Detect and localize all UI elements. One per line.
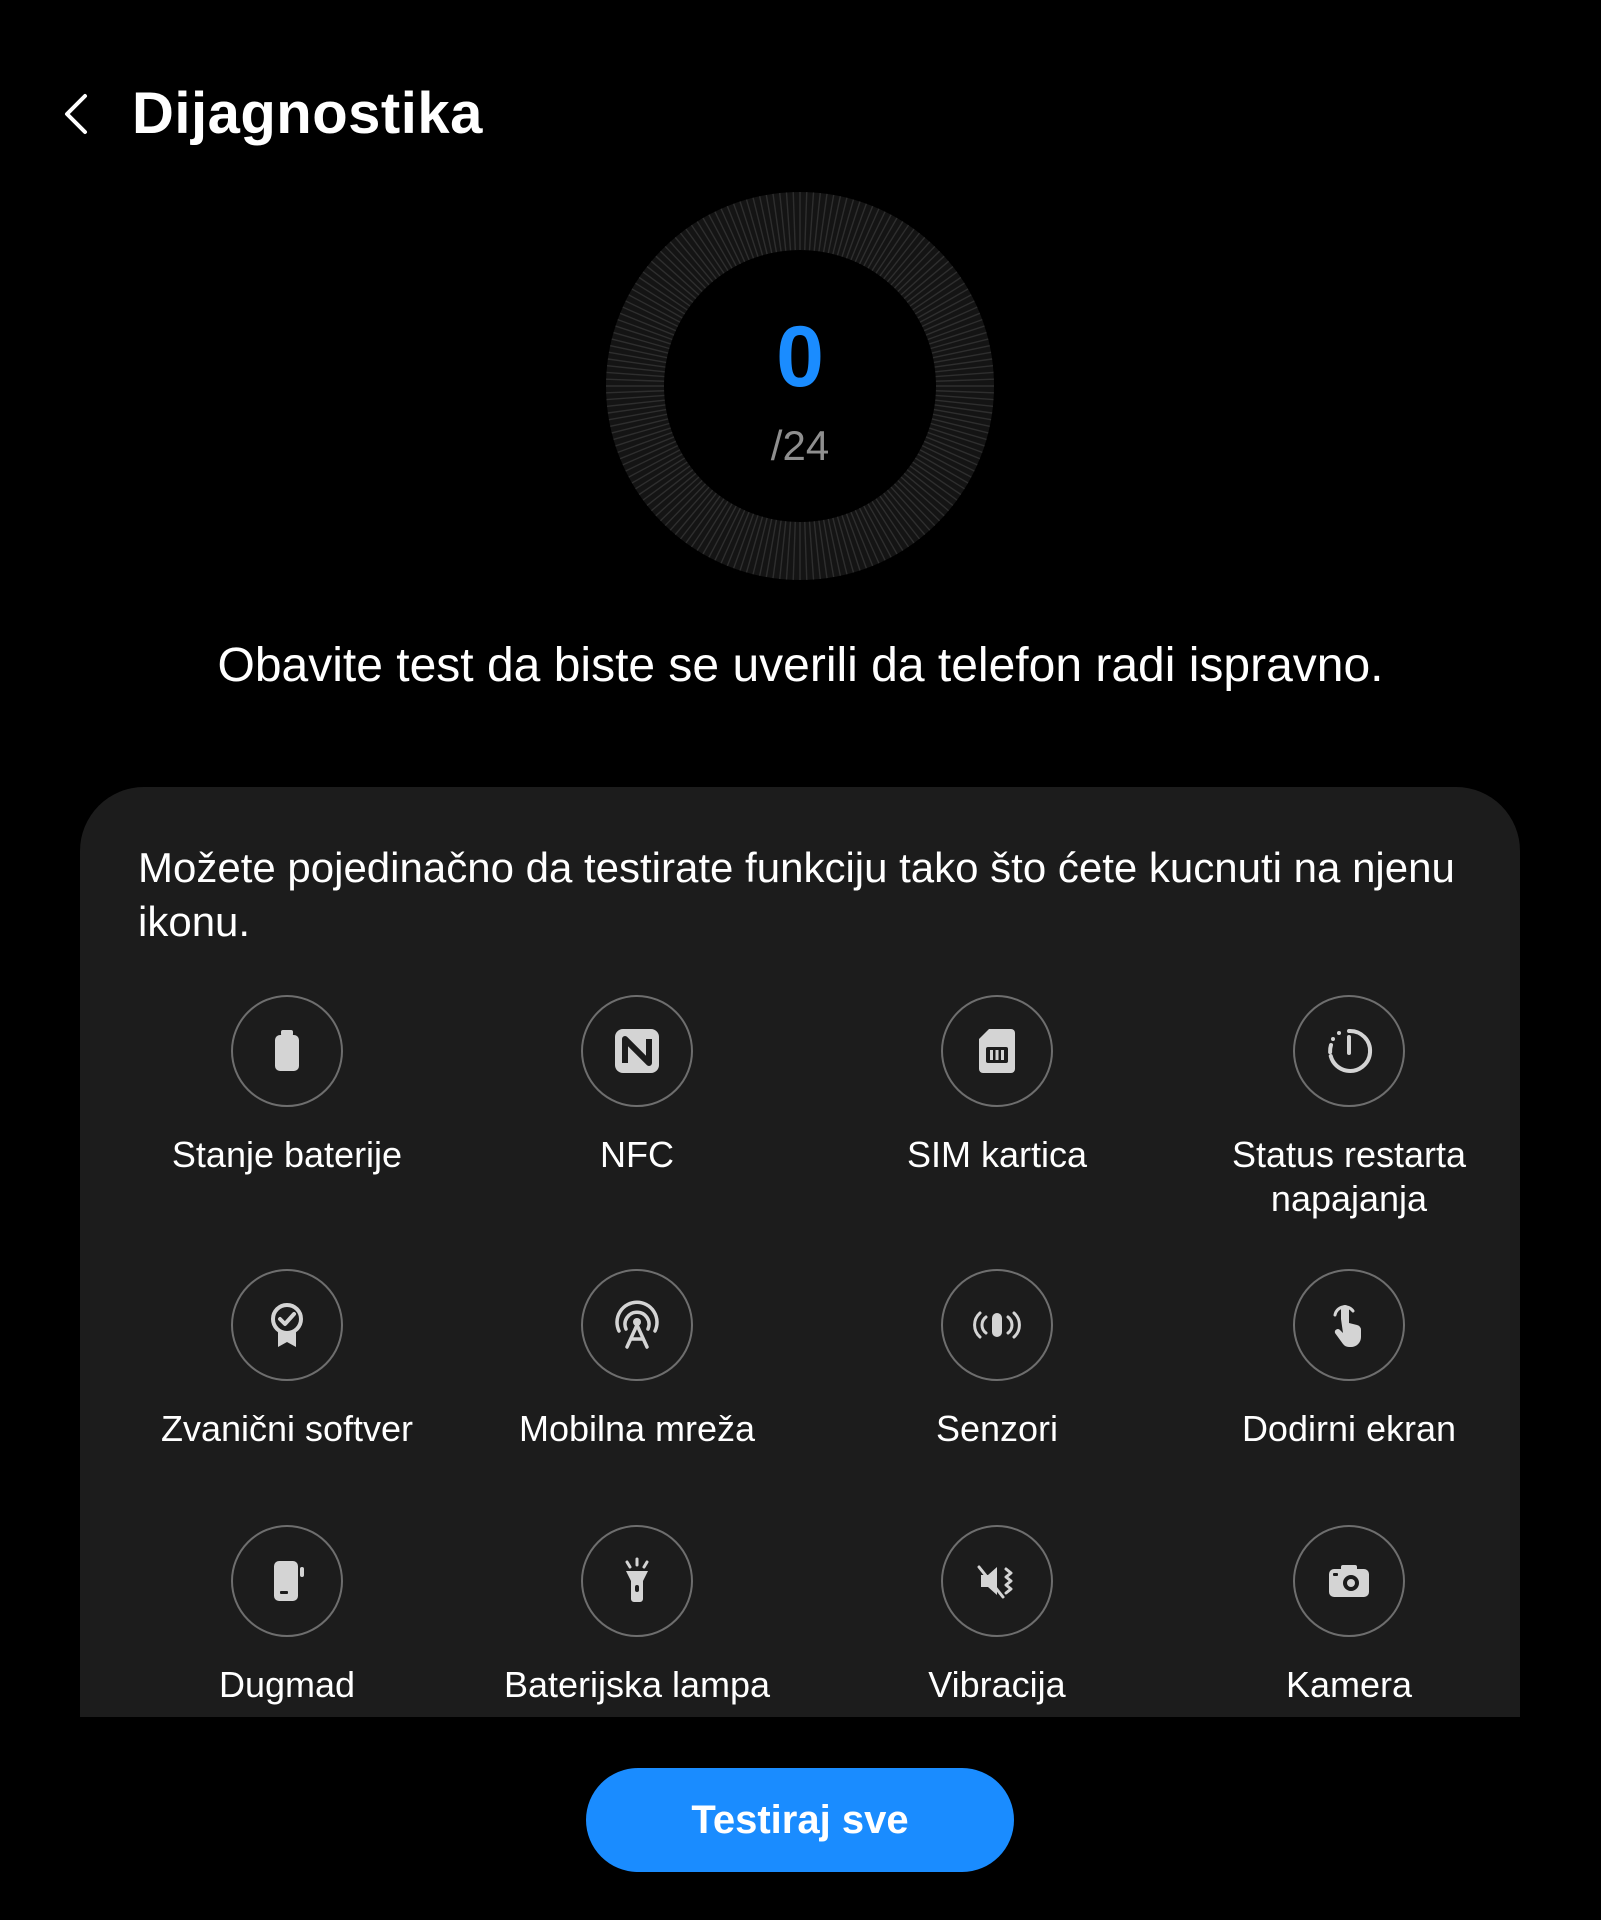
certified-badge-icon — [231, 1269, 343, 1381]
test-tile-buttons[interactable]: Dugmad — [122, 1525, 452, 1707]
test-progress-ring: 0 /24 — [604, 190, 996, 582]
power-restart-icon — [1293, 995, 1405, 1107]
test-tile-vibration[interactable]: Vibracija — [832, 1525, 1162, 1707]
test-label: Status restarta napajanja — [1231, 1134, 1467, 1219]
nfc-icon — [581, 995, 693, 1107]
chevron-left-icon — [65, 94, 87, 134]
card-description: Možete pojedinačno da testirate funkciju… — [138, 844, 1455, 945]
test-tile-power-restart[interactable]: Status restarta napajanja — [1184, 995, 1514, 1221]
touch-hand-icon — [1293, 1269, 1405, 1381]
test-label: SIM kartica — [906, 1134, 1088, 1175]
sim-card-icon — [941, 995, 1053, 1107]
test-label: Dodirni ekran — [1241, 1408, 1457, 1449]
test-label: Senzori — [935, 1408, 1059, 1449]
test-tile-sim-card[interactable]: SIM kartica — [832, 995, 1162, 1177]
battery-icon — [231, 995, 343, 1107]
test-label: Zvanični softver — [160, 1408, 414, 1449]
phone-buttons-icon — [231, 1525, 343, 1637]
app-header: Dijagnostika — [0, 60, 1601, 170]
test-label: Mobilna mreža — [518, 1408, 756, 1449]
test-tile-flashlight[interactable]: Baterijska lampa — [472, 1525, 802, 1707]
flashlight-icon — [581, 1525, 693, 1637]
test-tile-battery[interactable]: Stanje baterije — [122, 995, 452, 1177]
camera-icon — [1293, 1525, 1405, 1637]
test-label: NFC — [600, 1134, 674, 1175]
test-label: Baterijska lampa — [503, 1664, 771, 1705]
page-title: Dijagnostika — [132, 81, 483, 146]
test-tile-camera[interactable]: Kamera — [1184, 1525, 1514, 1707]
test-all-button[interactable]: Testiraj sve — [586, 1768, 1014, 1872]
vibration-mute-icon — [941, 1525, 1053, 1637]
test-label: Kamera — [1285, 1664, 1413, 1705]
test-tile-nfc[interactable]: NFC — [472, 995, 802, 1177]
test-tile-official-software[interactable]: Zvanični softver — [122, 1269, 452, 1451]
tests-passed-count: 0 — [776, 309, 824, 405]
test-tile-mobile-network[interactable]: Mobilna mreža — [472, 1269, 802, 1451]
cell-tower-icon — [581, 1269, 693, 1381]
test-label: Stanje baterije — [171, 1134, 403, 1175]
sensor-vibrate-icon — [941, 1269, 1053, 1381]
intro-text: Obavite test da biste se uverili da tele… — [217, 639, 1384, 692]
back-button[interactable] — [48, 86, 104, 142]
test-tile-sensors[interactable]: Senzori — [832, 1269, 1162, 1451]
test-label: Dugmad — [218, 1664, 356, 1705]
test-label: Vibracija — [928, 1664, 1066, 1705]
tests-card: Možete pojedinačno da testirate funkciju… — [80, 787, 1520, 1717]
tests-total-count: /24 — [770, 422, 830, 469]
test-tile-touch-screen[interactable]: Dodirni ekran — [1184, 1269, 1514, 1451]
